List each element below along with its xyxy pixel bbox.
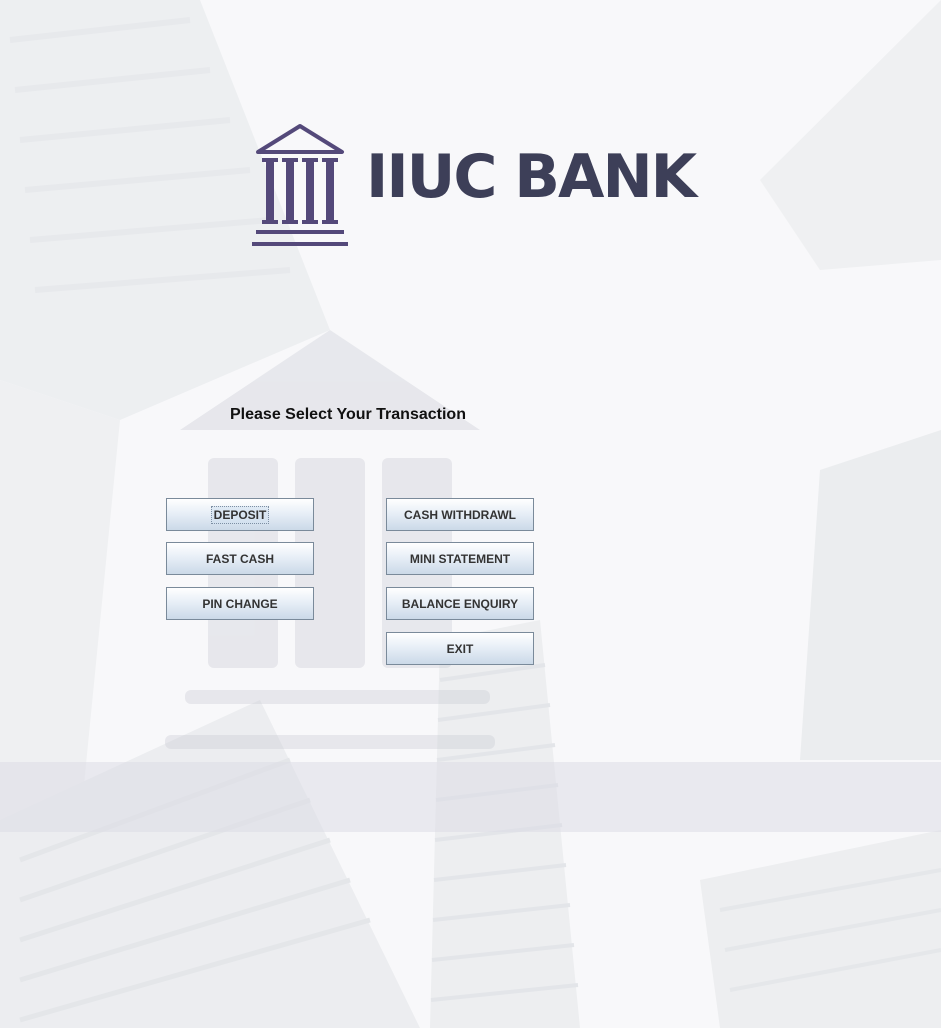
cash-withdrawl-button[interactable]: CASH WITHDRAWL: [386, 498, 534, 531]
deposit-button-label: DEPOSIT: [210, 505, 270, 524]
fast-cash-button[interactable]: FAST CASH: [166, 542, 314, 575]
bank-name: IIUC BANK: [366, 142, 697, 212]
mini-statement-button[interactable]: MINI STATEMENT: [386, 542, 534, 575]
mini-statement-button-label: MINI STATEMENT: [409, 551, 511, 566]
deposit-button[interactable]: DEPOSIT: [166, 498, 314, 531]
exit-button[interactable]: EXIT: [386, 632, 534, 665]
pin-change-button-label: PIN CHANGE: [202, 596, 278, 611]
cash-withdrawl-button-label: CASH WITHDRAWL: [404, 507, 516, 522]
pin-change-button[interactable]: PIN CHANGE: [166, 587, 314, 620]
balance-enquiry-button[interactable]: BALANCE ENQUIRY: [386, 587, 534, 620]
transaction-prompt: Please Select Your Transaction: [230, 406, 466, 423]
exit-button-label: EXIT: [446, 641, 474, 656]
fast-cash-button-label: FAST CASH: [205, 551, 274, 566]
balance-enquiry-button-label: BALANCE ENQUIRY: [401, 596, 519, 611]
